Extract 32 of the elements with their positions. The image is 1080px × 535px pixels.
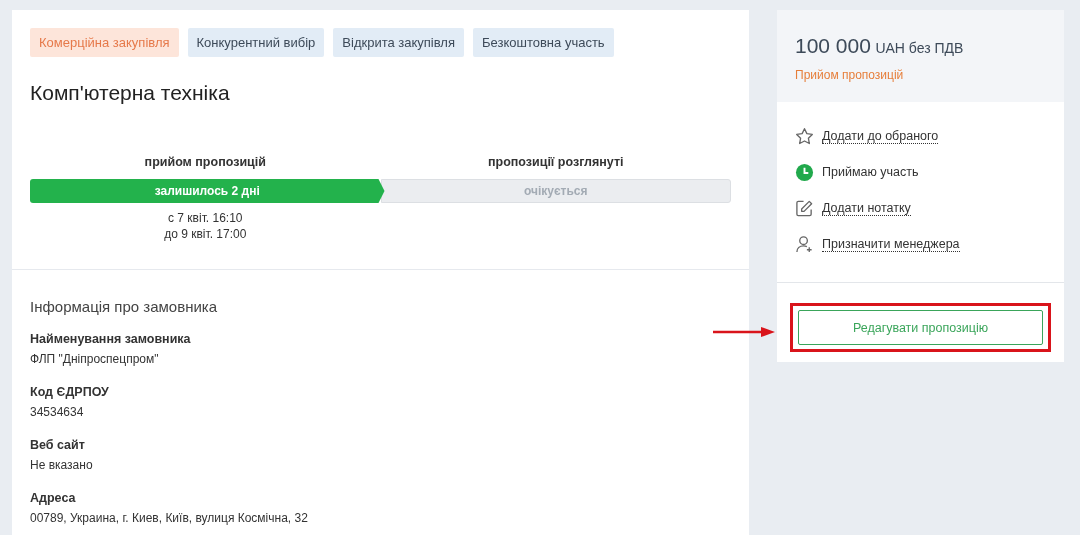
action-link[interactable]: Додати до обраного <box>822 128 939 144</box>
field-label: Адреса <box>30 491 77 505</box>
clock-icon <box>795 162 814 182</box>
stage-name: прийом пропозицій <box>143 155 267 169</box>
tag: Комерційна закупівля <box>30 28 179 57</box>
action-text: Приймаю участь <box>822 165 919 179</box>
stage-name: пропозиції розглянуті <box>486 155 625 169</box>
field-value: 00789, Украина, г. Киев, Київ, вулиця Космічна, 32 <box>30 511 309 525</box>
field-label: Найменування замовника <box>30 332 192 346</box>
tender-title: Комп'ютерна техніка <box>30 81 231 105</box>
stage-date: до 9 квіт. 17:00 <box>163 227 248 241</box>
stage-bar: залишилось 2 дні <box>30 179 385 203</box>
field-value: ФЛП "Дніпроспецпром" <box>30 352 160 366</box>
pencil-note-icon <box>795 198 814 218</box>
add-person-icon <box>795 234 814 254</box>
action-link[interactable]: Призначити менеджера <box>822 236 960 252</box>
tag: Конкурентний вибір <box>187 28 325 57</box>
action-link[interactable]: Додати нотатку <box>822 200 911 216</box>
field-value: 34534634 <box>30 405 85 419</box>
star-icon <box>795 126 814 146</box>
field-label: Код ЄДРПОУ <box>30 385 110 399</box>
stage-date: с 7 квіт. 16:10 <box>167 211 244 225</box>
field-label: Веб сайт <box>30 438 86 452</box>
status-text: Прийом пропозицій <box>795 68 905 82</box>
field-value: Не вказано <box>30 458 94 472</box>
price-currency: UAH без ПДВ <box>875 40 964 56</box>
tag: Безкоштовна участь <box>473 28 614 57</box>
section-heading: Інформація про замовника <box>30 298 219 315</box>
stage-bar: очікується <box>380 179 731 203</box>
pointer-arrow <box>713 327 775 337</box>
tag: Відкрита закупівля <box>333 28 464 57</box>
price-amount: 100 000 <box>795 34 871 57</box>
